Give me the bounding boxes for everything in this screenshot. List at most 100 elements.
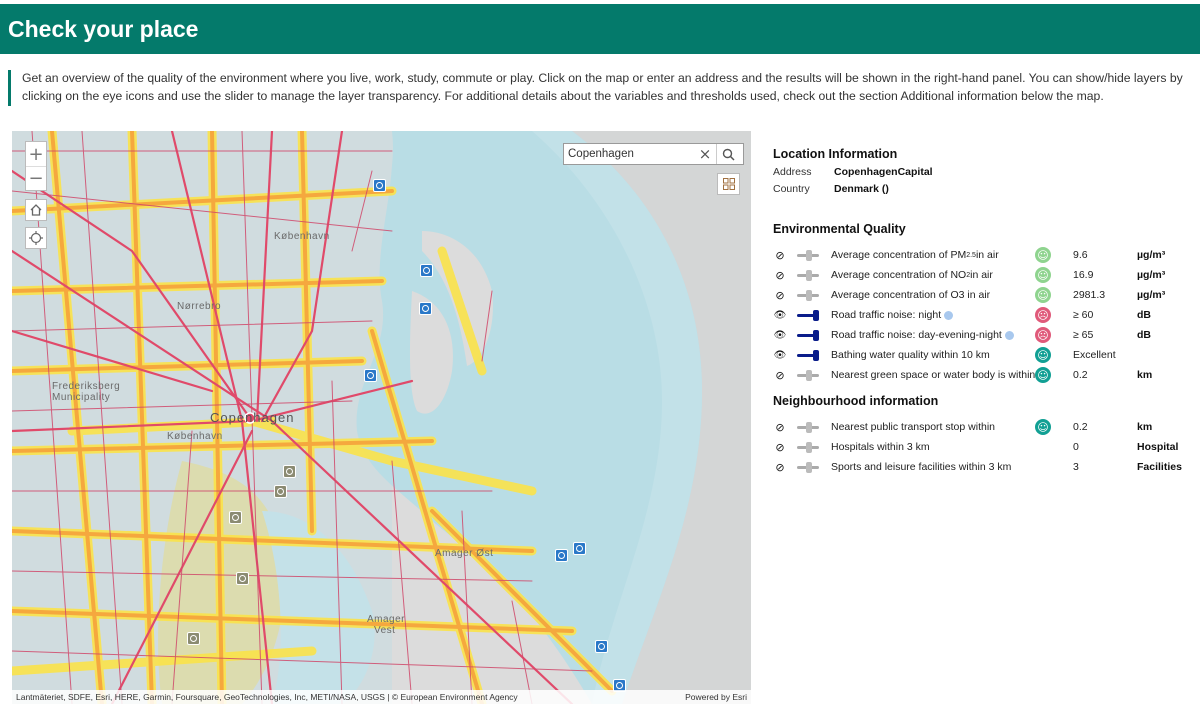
country-row: Country Denmark (): [773, 183, 889, 195]
transparency-slider[interactable]: [797, 265, 821, 285]
zoom-control: + −: [25, 141, 47, 191]
facility-icon[interactable]: [274, 485, 287, 498]
clear-search-icon[interactable]: ×: [694, 145, 716, 163]
search-icon: [722, 148, 735, 161]
indicator-unit: Hospital: [1137, 441, 1179, 453]
facility-icon[interactable]: [236, 572, 249, 585]
eye-slash-icon[interactable]: ⊘: [773, 265, 787, 285]
zoom-out-button[interactable]: −: [26, 166, 46, 190]
eye-slash-icon[interactable]: ⊘: [773, 457, 787, 477]
indicator-unit: µg/m³: [1137, 269, 1166, 281]
indicator-unit: µg/m³: [1137, 289, 1166, 301]
neighbourhood-indicator-row: ⊘ Sports and leisure facilities within 3 …: [773, 457, 1200, 477]
country-value: Denmark (): [834, 183, 889, 195]
indicator-unit: Facilities: [1137, 461, 1182, 473]
indicator-label: Road traffic noise: night: [831, 305, 1041, 325]
facility-icon[interactable]: [229, 511, 242, 524]
indicator-label: Hospitals within 3 km: [831, 441, 930, 453]
bathing-site-icon[interactable]: [555, 549, 568, 562]
map-label-vest: Vest: [374, 625, 396, 636]
bathing-site-icon[interactable]: [364, 369, 377, 382]
powered-by-link[interactable]: Powered by Esri: [685, 692, 747, 702]
transparency-slider[interactable]: [797, 417, 821, 437]
indicator-unit: µg/m³: [1137, 249, 1166, 261]
transparency-slider[interactable]: [797, 305, 821, 325]
eye-slash-icon[interactable]: ⊘: [773, 417, 787, 437]
zoom-in-button[interactable]: +: [26, 142, 46, 166]
basemap-gallery-button[interactable]: [717, 173, 740, 195]
indicator-label: Nearest green space or water body is wit…: [831, 369, 1036, 381]
happy-face-icon: ☺: [1035, 285, 1051, 305]
map-label-frederiksberg: Frederiksberg: [52, 381, 121, 392]
map-view[interactable]: + − ×: [12, 131, 751, 704]
environmental-indicator-row: 👁 Road traffic noise: night ☹ ≥ 60 dB: [773, 305, 1200, 325]
eye-icon[interactable]: 👁: [773, 305, 787, 325]
search-button[interactable]: [716, 144, 740, 164]
indicator-value: 0.2: [1073, 369, 1088, 381]
search-input[interactable]: [564, 145, 694, 163]
bathing-site-icon[interactable]: [373, 179, 386, 192]
transparency-slider[interactable]: [797, 325, 821, 345]
indicator-label: Average concentration of NO 2 in air: [831, 269, 993, 281]
happy-face-icon: ☺: [1035, 245, 1051, 265]
eye-slash-icon[interactable]: ⊘: [773, 437, 787, 457]
environmental-indicator-row: ⊘ Average concentration of O3 in air ☺ 2981…: [773, 285, 1200, 305]
indicator-label: Average concentration of PM 2.5 in air: [831, 249, 999, 261]
transparency-slider[interactable]: [797, 437, 821, 457]
eye-icon[interactable]: 👁: [773, 345, 787, 365]
transparency-slider[interactable]: [797, 345, 821, 365]
sad-face-icon: ☹: [1035, 325, 1051, 345]
map-search: ×: [563, 143, 744, 165]
intro-line-1: Get an overview of the quality of the en…: [22, 71, 1183, 85]
indicator-value: 2981.3: [1073, 289, 1106, 301]
indicator-value: 9.6: [1073, 249, 1088, 261]
address-label: Address: [773, 166, 812, 178]
indicator-value: ≥ 65: [1073, 329, 1094, 341]
map-label-norrebro: Nørrebro: [177, 301, 222, 312]
page-header: Check your place: [0, 4, 1200, 54]
home-button[interactable]: [25, 199, 47, 221]
results-panel: Location Information Address CopenhagenC…: [773, 131, 1200, 691]
eye-slash-icon[interactable]: ⊘: [773, 285, 787, 305]
indicator-label: Average concentration of O3 in air: [831, 289, 991, 301]
transparency-slider[interactable]: [797, 365, 821, 385]
locate-button[interactable]: [25, 227, 47, 249]
transparency-slider[interactable]: [797, 285, 821, 305]
indicator-value: 3: [1073, 461, 1079, 473]
happy-face-icon: ☺: [1035, 265, 1051, 285]
indicator-label: Sports and leisure facilities within 3 k…: [831, 461, 1012, 473]
environmental-indicator-row: ⊘ Average concentration of NO 2 in air ☺ 16.…: [773, 265, 1200, 285]
info-icon[interactable]: [1004, 330, 1014, 340]
indicator-value: 0: [1073, 441, 1079, 453]
map-label-kobenhavn-center: København: [167, 431, 223, 442]
address-row: Address CopenhagenCapital: [773, 166, 933, 178]
attribution-text[interactable]: Lantmäteriet, SDFE, Esri, HERE, Garmin, …: [16, 692, 518, 702]
bathing-site-icon[interactable]: [573, 542, 586, 555]
map-label-amager-ost: Amager Øst: [435, 548, 494, 559]
transparency-slider[interactable]: [797, 245, 821, 265]
indicator-value: 16.9: [1073, 269, 1094, 281]
crosshair-icon: [29, 231, 43, 245]
home-icon: [30, 204, 42, 216]
bathing-site-icon[interactable]: [419, 302, 432, 315]
bathing-site-icon[interactable]: [420, 264, 433, 277]
environmental-quality-title: Environmental Quality: [773, 222, 906, 236]
sad-face-icon: ☹: [1035, 305, 1051, 325]
eye-slash-icon[interactable]: ⊘: [773, 245, 787, 265]
environmental-indicator-row: ⊘ Average concentration of PM 2.5 in air ☺ 9…: [773, 245, 1200, 265]
happy-face-icon: ☺: [1035, 365, 1051, 385]
map-label-copenhagen: Copenhagen: [210, 410, 295, 425]
bathing-site-icon[interactable]: [595, 640, 608, 653]
indicator-unit: dB: [1137, 329, 1151, 341]
transparency-slider[interactable]: [797, 457, 821, 477]
facility-icon[interactable]: [283, 465, 296, 478]
info-icon[interactable]: [944, 310, 954, 320]
environmental-indicator-row: 👁 Road traffic noise: day-evening-night ☹ ≥…: [773, 325, 1200, 345]
happy-face-icon: ☺: [1035, 345, 1051, 365]
map-attribution: Lantmäteriet, SDFE, Esri, HERE, Garmin, …: [12, 690, 751, 704]
eye-icon[interactable]: 👁: [773, 325, 787, 345]
intro-text: Get an overview of the quality of the en…: [8, 70, 1200, 106]
country-label: Country: [773, 183, 810, 195]
eye-slash-icon[interactable]: ⊘: [773, 365, 787, 385]
facility-icon[interactable]: [187, 632, 200, 645]
